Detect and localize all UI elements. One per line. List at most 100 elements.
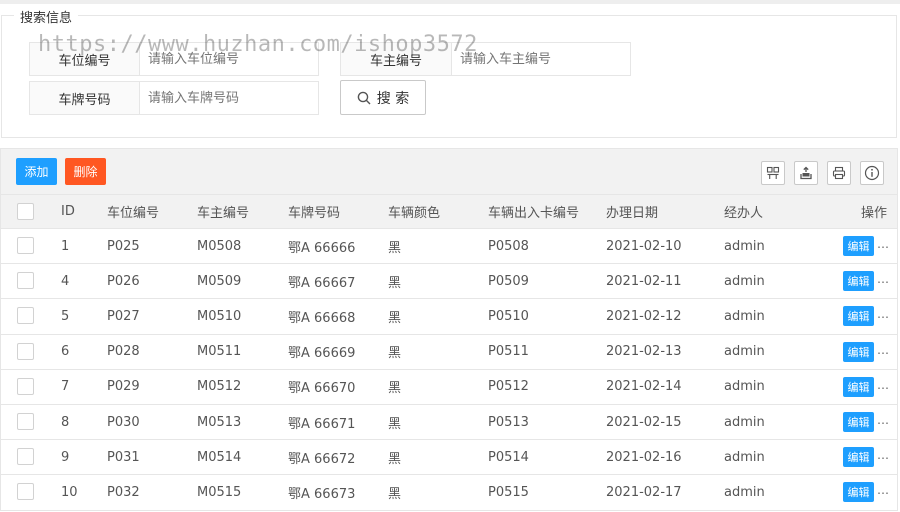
cell-id: 4 <box>61 273 70 289</box>
more-actions-button[interactable]: … <box>877 237 889 251</box>
search-button[interactable]: 搜 索 <box>340 80 426 115</box>
row-checkbox[interactable] <box>17 483 34 501</box>
cell-date: 2021-02-11 <box>606 273 682 289</box>
cell-vehicle-color: 黑 <box>388 240 402 256</box>
select-all-checkbox[interactable] <box>17 202 34 220</box>
cell-operator: admin <box>724 379 765 395</box>
cell-operator: admin <box>724 484 765 500</box>
cell-plate-number: 鄂A 66672 <box>288 451 356 467</box>
table-row[interactable]: 7 P029 M0512 鄂A 66670 黑 P0512 2021-02-14 admin 编… <box>1 370 897 405</box>
cell-vehicle-color: 黑 <box>388 451 402 467</box>
header-parking-number[interactable]: 车位编号 <box>107 195 159 228</box>
parking-number-input[interactable] <box>140 43 318 75</box>
cell-parking-number: P030 <box>107 414 140 430</box>
table-row[interactable]: 9 P031 M0514 鄂A 66672 黑 P0514 2021-02-16 admin 编… <box>1 440 897 476</box>
cell-id: 8 <box>61 414 70 430</box>
cell-id: 5 <box>61 308 70 324</box>
cell-access-card-number: P0513 <box>488 414 529 430</box>
cell-access-card-number: P0512 <box>488 379 529 395</box>
edit-button[interactable]: 编辑 <box>843 306 874 327</box>
more-actions-button[interactable]: … <box>877 272 889 286</box>
cell-access-card-number: P0514 <box>488 449 529 465</box>
cell-access-card-number: P0508 <box>488 238 529 254</box>
cell-parking-number: P026 <box>107 273 140 289</box>
cell-access-card-number: P0511 <box>488 344 529 360</box>
row-checkbox[interactable] <box>17 377 34 395</box>
edit-button[interactable]: 编辑 <box>843 271 874 292</box>
header-date[interactable]: 办理日期 <box>606 195 658 228</box>
table-row[interactable]: 5 P027 M0510 鄂A 66668 黑 P0510 2021-02-12 admin 编… <box>1 299 897 335</box>
info-button[interactable] <box>860 161 884 185</box>
cell-parking-number: P031 <box>107 449 140 465</box>
cell-plate-number: 鄂A 66669 <box>288 346 356 362</box>
cell-operator: admin <box>724 414 765 430</box>
cell-owner-number: M0515 <box>197 484 242 500</box>
more-actions-button[interactable]: … <box>877 343 889 357</box>
cell-owner-number: M0514 <box>197 449 242 465</box>
cell-parking-number: P032 <box>107 484 140 500</box>
edit-button[interactable]: 编辑 <box>843 447 874 468</box>
cell-parking-number: P028 <box>107 344 140 360</box>
edit-button[interactable]: 编辑 <box>843 482 874 503</box>
header-id[interactable]: ID <box>61 195 75 228</box>
plate-number-input[interactable] <box>140 82 318 114</box>
cell-date: 2021-02-15 <box>606 414 682 430</box>
delete-button[interactable]: 删除 <box>65 158 106 185</box>
row-checkbox[interactable] <box>17 342 34 360</box>
cell-date: 2021-02-12 <box>606 308 682 324</box>
cell-id: 1 <box>61 238 70 254</box>
more-actions-button[interactable]: … <box>877 307 889 321</box>
add-button[interactable]: 添加 <box>16 158 57 185</box>
table-row[interactable]: 8 P030 M0513 鄂A 66671 黑 P0513 2021-02-15 admin 编… <box>1 405 897 441</box>
cell-vehicle-color: 黑 <box>388 416 402 432</box>
cell-vehicle-color: 黑 <box>388 346 402 362</box>
export-icon <box>800 166 812 180</box>
more-actions-button[interactable]: … <box>877 413 889 427</box>
row-checkbox[interactable] <box>17 237 34 255</box>
more-actions-button[interactable]: … <box>877 483 889 497</box>
table-header-row: ID 车位编号 车主编号 车牌号码 车辆颜色 车辆出入卡编号 办理日期 经办人 … <box>1 194 897 229</box>
cell-access-card-number: P0509 <box>488 273 529 289</box>
edit-button[interactable]: 编辑 <box>843 412 874 433</box>
cell-plate-number: 鄂A 66667 <box>288 275 356 291</box>
cell-parking-number: P027 <box>107 308 140 324</box>
header-vehicle-color[interactable]: 车辆颜色 <box>388 195 440 228</box>
cell-plate-number: 鄂A 66673 <box>288 486 356 502</box>
export-button[interactable] <box>794 161 818 185</box>
top-bar <box>0 0 900 4</box>
cell-plate-number: 鄂A 66666 <box>288 240 356 256</box>
cell-owner-number: M0509 <box>197 273 242 289</box>
more-actions-button[interactable]: … <box>877 448 889 462</box>
cell-vehicle-color: 黑 <box>388 310 402 326</box>
row-checkbox[interactable] <box>17 448 34 466</box>
cell-owner-number: M0511 <box>197 344 242 360</box>
edit-button[interactable]: 编辑 <box>843 341 874 362</box>
header-access-card-number[interactable]: 车辆出入卡编号 <box>488 195 579 228</box>
cell-owner-number: M0513 <box>197 414 242 430</box>
row-checkbox[interactable] <box>17 272 34 290</box>
header-operator[interactable]: 经办人 <box>724 195 763 228</box>
header-actions: 操作 <box>861 206 888 221</box>
header-plate-number[interactable]: 车牌号码 <box>288 195 340 228</box>
edit-button[interactable]: 编辑 <box>843 236 874 257</box>
table-row[interactable]: 6 P028 M0511 鄂A 66669 黑 P0511 2021-02-13 admin 编… <box>1 335 897 370</box>
cell-parking-number: P029 <box>107 379 140 395</box>
table-row[interactable]: 10 P032 M0515 鄂A 66673 黑 P0515 2021-02-17 admin… <box>1 475 897 511</box>
row-checkbox[interactable] <box>17 307 34 325</box>
columns-button[interactable] <box>761 161 785 185</box>
cell-date: 2021-02-10 <box>606 238 682 254</box>
cell-vehicle-color: 黑 <box>388 486 402 502</box>
more-actions-button[interactable]: … <box>877 378 889 392</box>
edit-button[interactable]: 编辑 <box>843 376 874 397</box>
table-row[interactable]: 1 P025 M0508 鄂A 66666 黑 P0508 2021-02-10 admin 编… <box>1 229 897 265</box>
cell-vehicle-color: 黑 <box>388 381 402 397</box>
print-icon <box>832 166 846 180</box>
cell-plate-number: 鄂A 66670 <box>288 381 356 397</box>
owner-number-input[interactable] <box>452 43 630 75</box>
cell-date: 2021-02-14 <box>606 379 682 395</box>
header-owner-number[interactable]: 车主编号 <box>197 195 249 228</box>
row-checkbox[interactable] <box>17 413 34 431</box>
print-button[interactable] <box>827 161 851 185</box>
cell-id: 7 <box>61 379 70 395</box>
table-row[interactable]: 4 P026 M0509 鄂A 66667 黑 P0509 2021-02-11 admin 编… <box>1 264 897 300</box>
